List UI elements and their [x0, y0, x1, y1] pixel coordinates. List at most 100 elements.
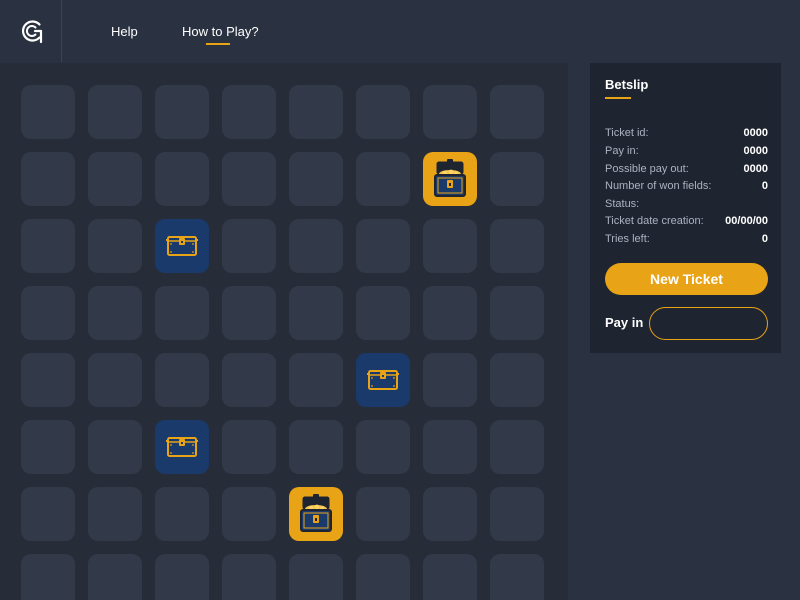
- tile-hidden[interactable]: [88, 219, 142, 273]
- tile-hidden[interactable]: [88, 85, 142, 139]
- tile-hidden[interactable]: [423, 353, 477, 407]
- tile-hidden[interactable]: [21, 152, 75, 206]
- tile-hidden[interactable]: [490, 152, 544, 206]
- status-row: Status:: [605, 198, 768, 214]
- closed-chest-icon: [166, 236, 198, 256]
- tile-hidden[interactable]: [289, 85, 343, 139]
- tile-revealed-gold[interactable]: [289, 487, 343, 541]
- tile-hidden[interactable]: [88, 420, 142, 474]
- tile-hidden[interactable]: [21, 85, 75, 139]
- tile-hidden[interactable]: [88, 487, 142, 541]
- tile-hidden[interactable]: [155, 85, 209, 139]
- nav-help-link[interactable]: Help: [111, 24, 138, 39]
- tile-hidden[interactable]: [21, 219, 75, 273]
- tile-hidden[interactable]: [222, 487, 276, 541]
- tile-hidden[interactable]: [423, 487, 477, 541]
- tile-revealed-blue[interactable]: [356, 353, 410, 407]
- closed-chest-icon: [367, 370, 399, 390]
- ticket-date-row: Ticket date creation: 00/00/00: [605, 215, 768, 231]
- tile-hidden[interactable]: [289, 554, 343, 600]
- possible-payout-label: Possible pay out:: [605, 163, 689, 175]
- tile-hidden[interactable]: [423, 85, 477, 139]
- ticket-id-value: 0000: [743, 127, 768, 139]
- tries-left-value: 0: [761, 233, 768, 245]
- tries-left-label: Tries left:: [605, 233, 650, 245]
- tile-hidden[interactable]: [222, 219, 276, 273]
- betslip-panel: Betslip Ticket id: 0000 Pay in: 0000 Pos…: [590, 63, 781, 353]
- tile-hidden[interactable]: [21, 286, 75, 340]
- tile-hidden[interactable]: [222, 353, 276, 407]
- tile-hidden[interactable]: [155, 353, 209, 407]
- tile-hidden[interactable]: [222, 85, 276, 139]
- tile-hidden[interactable]: [490, 353, 544, 407]
- betslip-title-underline: [605, 97, 631, 99]
- tile-hidden[interactable]: [423, 420, 477, 474]
- tile-hidden[interactable]: [289, 219, 343, 273]
- tile-grid: [21, 85, 544, 600]
- status-label: Status:: [605, 198, 640, 210]
- nav-how-to-play-link[interactable]: How to Play?: [182, 24, 259, 39]
- tile-hidden[interactable]: [222, 152, 276, 206]
- tile-hidden[interactable]: [88, 152, 142, 206]
- tile-hidden[interactable]: [423, 219, 477, 273]
- tile-hidden[interactable]: [356, 420, 410, 474]
- tile-hidden[interactable]: [356, 85, 410, 139]
- pay-in-row: Pay in: 0000: [605, 145, 768, 161]
- active-tab-indicator: [206, 43, 230, 45]
- betslip-title: Betslip: [605, 77, 649, 92]
- tile-hidden[interactable]: [356, 286, 410, 340]
- tile-hidden[interactable]: [289, 286, 343, 340]
- ticket-date-value: 00/00/00: [725, 215, 768, 227]
- pay-in-input-label: Pay in: [605, 315, 644, 330]
- tile-hidden[interactable]: [356, 554, 410, 600]
- tile-hidden[interactable]: [155, 554, 209, 600]
- closed-chest-icon: [166, 437, 198, 457]
- tile-hidden[interactable]: [88, 286, 142, 340]
- tile-hidden[interactable]: [423, 286, 477, 340]
- tile-hidden[interactable]: [356, 152, 410, 206]
- tile-hidden[interactable]: [222, 554, 276, 600]
- tile-hidden[interactable]: [289, 420, 343, 474]
- tile-hidden[interactable]: [88, 353, 142, 407]
- pay-in-input[interactable]: [649, 307, 768, 340]
- tile-hidden[interactable]: [289, 152, 343, 206]
- tile-hidden[interactable]: [21, 420, 75, 474]
- tile-hidden[interactable]: [155, 152, 209, 206]
- tile-hidden[interactable]: [88, 554, 142, 600]
- tile-hidden[interactable]: [21, 554, 75, 600]
- tile-hidden[interactable]: [222, 286, 276, 340]
- open-treasure-chest-icon: [434, 159, 466, 197]
- possible-payout-row: Possible pay out: 0000: [605, 163, 768, 179]
- tries-left-row: Tries left: 0: [605, 233, 768, 249]
- tile-revealed-blue[interactable]: [155, 219, 209, 273]
- tile-hidden[interactable]: [490, 85, 544, 139]
- top-bar: Help How to Play?: [0, 0, 800, 62]
- tile-hidden[interactable]: [490, 554, 544, 600]
- game-board: [0, 63, 568, 600]
- tile-revealed-gold[interactable]: [423, 152, 477, 206]
- tile-hidden[interactable]: [222, 420, 276, 474]
- tile-hidden[interactable]: [155, 487, 209, 541]
- open-treasure-chest-icon: [300, 494, 332, 532]
- pay-in-value: 0000: [743, 145, 768, 157]
- tile-hidden[interactable]: [490, 286, 544, 340]
- tile-hidden[interactable]: [356, 487, 410, 541]
- ticket-id-label: Ticket id:: [605, 127, 649, 139]
- tile-hidden[interactable]: [155, 286, 209, 340]
- new-ticket-button[interactable]: New Ticket: [605, 263, 768, 295]
- won-fields-value: 0: [761, 180, 768, 192]
- logo[interactable]: [0, 0, 62, 62]
- possible-payout-value: 0000: [743, 163, 768, 175]
- tile-hidden[interactable]: [423, 554, 477, 600]
- tile-hidden[interactable]: [21, 487, 75, 541]
- tile-hidden[interactable]: [21, 353, 75, 407]
- tile-hidden[interactable]: [356, 219, 410, 273]
- tile-hidden[interactable]: [490, 420, 544, 474]
- tile-revealed-blue[interactable]: [155, 420, 209, 474]
- tile-hidden[interactable]: [490, 487, 544, 541]
- g-logo-icon: [21, 20, 43, 44]
- ticket-date-label: Ticket date creation:: [605, 215, 704, 227]
- tile-hidden[interactable]: [289, 353, 343, 407]
- pay-in-label: Pay in:: [605, 145, 639, 157]
- tile-hidden[interactable]: [490, 219, 544, 273]
